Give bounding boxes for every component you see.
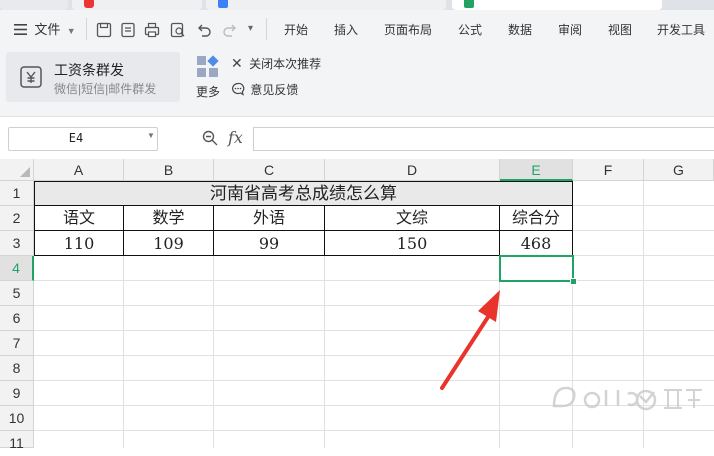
insert-function-button[interactable]: fx bbox=[228, 128, 243, 147]
menu-bar: 文件 ▼ ▾ 开始 插入 页面布局 公式 数据 审阅 视图 开发工具 bbox=[0, 10, 714, 50]
name-box-value: E4 bbox=[68, 131, 84, 145]
file-menu-label: 文件 bbox=[34, 22, 61, 37]
close-recommend-label: 关闭本次推荐 bbox=[249, 57, 322, 71]
row-header-3[interactable]: 3 bbox=[0, 231, 34, 256]
apps-grid-icon[interactable] bbox=[196, 55, 220, 79]
row-header-10[interactable]: 10 bbox=[0, 406, 34, 431]
tab-review[interactable]: 审阅 bbox=[558, 22, 582, 38]
undo-icon[interactable] bbox=[196, 22, 212, 38]
menu-divider bbox=[86, 18, 87, 40]
hamburger-icon bbox=[14, 23, 27, 39]
row-header-2[interactable]: 2 bbox=[0, 206, 34, 231]
value-cell-foreign-language[interactable]: 99 bbox=[213, 230, 325, 256]
more-button[interactable]: 更多 bbox=[196, 83, 220, 100]
column-header-b[interactable]: B bbox=[124, 159, 214, 181]
print-icon[interactable] bbox=[144, 22, 160, 38]
formula-bar: E4 ▼ fx bbox=[0, 117, 714, 157]
column-header-f[interactable]: F bbox=[573, 159, 644, 181]
tab-view[interactable]: 视图 bbox=[608, 22, 632, 38]
column-header-d[interactable]: D bbox=[325, 159, 500, 181]
row-header-6[interactable]: 6 bbox=[0, 306, 34, 331]
column-header-g[interactable]: G bbox=[644, 159, 714, 181]
value-cell-liberal-arts[interactable]: 150 bbox=[324, 230, 500, 256]
feedback-label: 意见反馈 bbox=[250, 83, 299, 97]
tab-docer[interactable] bbox=[72, 0, 202, 10]
chevron-down-icon[interactable]: ▼ bbox=[147, 131, 155, 140]
ribbon-panel: 工资条群发 微信|短信|邮件群发 更多 ✕ 关闭本次推荐 意见反馈 bbox=[0, 50, 714, 117]
column-header-c[interactable]: C bbox=[214, 159, 325, 181]
zoom-search-icon[interactable] bbox=[201, 129, 219, 147]
document-icon bbox=[218, 0, 228, 8]
save-icon[interactable] bbox=[96, 22, 112, 38]
fill-handle[interactable] bbox=[570, 278, 577, 285]
row-header-8[interactable]: 8 bbox=[0, 356, 34, 381]
export-pdf-icon[interactable] bbox=[120, 22, 136, 38]
redo-icon[interactable] bbox=[222, 22, 238, 38]
menu-divider bbox=[266, 18, 267, 40]
row-header-7[interactable]: 7 bbox=[0, 331, 34, 356]
row-header-11[interactable]: 11 bbox=[0, 431, 34, 451]
close-icon: ✕ bbox=[231, 55, 243, 71]
window-tab-strip bbox=[0, 0, 714, 10]
customize-toolbar-icon[interactable]: ▾ bbox=[248, 23, 264, 39]
payroll-feature-button[interactable]: 工资条群发 微信|短信|邮件群发 bbox=[6, 52, 180, 102]
feature-subtitle: 微信|短信|邮件群发 bbox=[54, 82, 157, 96]
tab-developer[interactable]: 开发工具 bbox=[657, 22, 705, 38]
feedback-button[interactable]: 意见反馈 bbox=[231, 81, 298, 99]
annotation-arrow bbox=[440, 290, 500, 390]
header-cell-chinese[interactable]: 语文 bbox=[34, 206, 124, 231]
value-cell-math[interactable]: 109 bbox=[123, 230, 214, 256]
close-recommend-button[interactable]: ✕ 关闭本次推荐 bbox=[231, 55, 321, 72]
header-cell-liberal-arts[interactable]: 文综 bbox=[324, 206, 500, 231]
row-header-9[interactable]: 9 bbox=[0, 381, 34, 406]
feature-title: 工资条群发 bbox=[54, 62, 124, 78]
row-header-5[interactable]: 5 bbox=[0, 281, 34, 306]
column-header-a[interactable]: A bbox=[34, 159, 124, 181]
selected-cell-e4[interactable] bbox=[499, 255, 574, 282]
header-cell-math[interactable]: 数学 bbox=[123, 206, 214, 231]
formula-input[interactable] bbox=[253, 127, 714, 151]
print-preview-icon[interactable] bbox=[170, 22, 186, 38]
header-cell-foreign-language[interactable]: 外语 bbox=[213, 206, 325, 231]
select-all-corner[interactable] bbox=[0, 159, 34, 181]
baidu-jingyan-watermark bbox=[552, 386, 702, 411]
file-menu[interactable]: 文件 ▼ bbox=[14, 22, 76, 39]
name-box[interactable]: E4 ▼ bbox=[8, 127, 158, 151]
tab-home-ribbon[interactable]: 开始 bbox=[284, 22, 308, 38]
header-cell-total[interactable]: 综合分 bbox=[499, 206, 573, 231]
feedback-icon bbox=[231, 82, 245, 99]
docer-icon bbox=[84, 0, 94, 8]
sheet-title-cell[interactable]: 河南省高考总成绩怎么算 bbox=[34, 181, 573, 206]
tab-document[interactable] bbox=[206, 0, 446, 10]
tab-formulas[interactable]: 公式 bbox=[458, 22, 482, 38]
chevron-down-icon: ▼ bbox=[66, 26, 76, 36]
row-header-1[interactable]: 1 bbox=[0, 181, 34, 206]
sheet-icon bbox=[464, 0, 474, 8]
value-cell-chinese[interactable]: 110 bbox=[34, 230, 124, 256]
payroll-icon bbox=[19, 65, 43, 89]
column-header-e[interactable]: E bbox=[500, 159, 573, 181]
value-cell-total[interactable]: 468 bbox=[499, 230, 573, 256]
tab-active-workbook[interactable] bbox=[452, 0, 662, 10]
tab-page-layout[interactable]: 页面布局 bbox=[384, 22, 432, 38]
tab-insert[interactable]: 插入 bbox=[334, 22, 358, 38]
row-header-4[interactable]: 4 bbox=[0, 256, 34, 281]
tab-home[interactable] bbox=[0, 0, 68, 10]
tab-data[interactable]: 数据 bbox=[508, 22, 532, 38]
